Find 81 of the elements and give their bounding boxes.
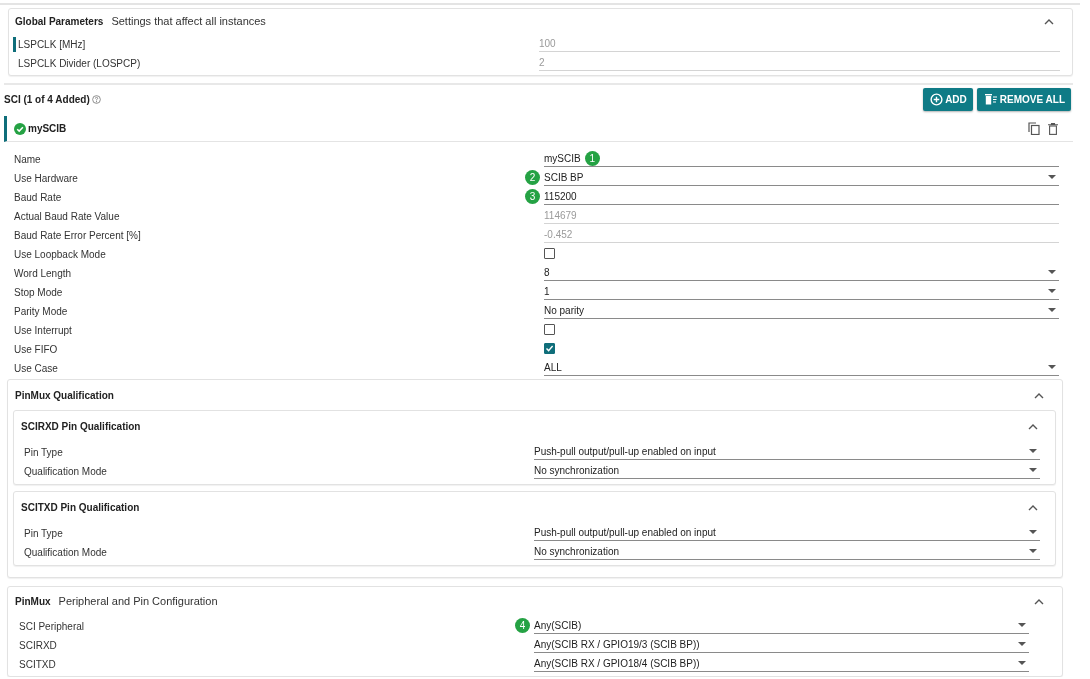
section-title: SCITXD Pin Qualification [21, 501, 140, 513]
field-label: Baud Rate [13, 191, 62, 205]
text-field[interactable]: mySCIB 1 [544, 150, 1059, 167]
field-label: Word Length [13, 267, 72, 281]
field-label: Qualification Mode [23, 546, 107, 560]
section-title: PinMux [15, 596, 51, 607]
dropdown-caret-icon [1029, 530, 1037, 534]
checkbox[interactable] [544, 343, 555, 354]
collapse-chevron-icon[interactable] [1028, 503, 1038, 511]
section-title: SCI (1 of 4 Added) [4, 93, 90, 105]
dropdown[interactable]: SCIB BP [544, 169, 1059, 186]
dropdown[interactable]: Any(SCIB) [534, 617, 1029, 634]
dropdown[interactable]: Push-pull output/pull-up enabled on input [534, 443, 1040, 460]
field-label: Pin Type [23, 446, 63, 460]
field-label: Use Hardware [13, 172, 78, 186]
dropdown[interactable]: 1 [544, 283, 1059, 300]
field-label: Use Loopback Mode [13, 248, 106, 262]
dropdown-caret-icon [1048, 365, 1056, 369]
field-label: LSPCLK [MHz] [13, 37, 86, 52]
collapse-chevron-icon[interactable] [1034, 391, 1044, 399]
checkbox[interactable] [544, 248, 555, 259]
field-label: Stop Mode [13, 286, 63, 300]
readonly-field: 114679 [544, 207, 1059, 224]
readonly-field: 100 [539, 35, 1060, 52]
add-button[interactable]: ADD [923, 87, 973, 111]
instance-name[interactable]: mySCIB [28, 123, 67, 134]
dropdown-caret-icon [1029, 549, 1037, 553]
section-title: SCIRXD Pin Qualification [21, 420, 141, 432]
field-label: Use FIFO [13, 343, 58, 357]
readonly-field: 2 [539, 54, 1060, 71]
dropdown[interactable]: Push-pull output/pull-up enabled on input [534, 524, 1040, 541]
dropdown-caret-icon [1048, 270, 1056, 274]
dropdown-caret-icon [1029, 468, 1037, 472]
dropdown-caret-icon [1018, 623, 1026, 627]
dropdown-caret-icon [1048, 308, 1056, 312]
step-badge: 1 [584, 150, 600, 166]
collapse-chevron-icon[interactable] [1028, 422, 1038, 430]
dropdown-caret-icon [1048, 175, 1056, 179]
collapse-chevron-icon[interactable] [1034, 597, 1044, 605]
collapse-chevron-icon[interactable] [1044, 17, 1054, 25]
help-icon [91, 94, 101, 104]
field-label: Use Case [13, 362, 58, 376]
dropdown[interactable]: No synchronization [534, 543, 1040, 560]
dropdown[interactable]: No synchronization [534, 462, 1040, 479]
text-field[interactable]: 115200 [544, 188, 1059, 205]
dropdown[interactable]: No parity [544, 302, 1059, 319]
plus-circle-icon [930, 92, 944, 106]
field-label: Name [13, 153, 41, 167]
dropdown-caret-icon [1018, 661, 1026, 665]
dropdown[interactable]: 8 [544, 264, 1059, 281]
field-label: Qualification Mode [23, 465, 107, 479]
dropdown-caret-icon [1029, 449, 1037, 453]
field-label: Pin Type [23, 527, 63, 541]
dropdown[interactable]: ALL [544, 359, 1059, 376]
field-label: Baud Rate Error Percent [%] [13, 229, 141, 243]
trash-icon[interactable] [1048, 122, 1058, 135]
checkbox[interactable] [544, 324, 555, 335]
step-badge: 3 [525, 189, 540, 204]
check-icon [545, 344, 554, 353]
dropdown-caret-icon [1018, 642, 1026, 646]
section-subtitle: Peripheral and Pin Configuration [58, 595, 218, 607]
step-badge: 4 [515, 618, 530, 633]
trash-list-icon [983, 93, 998, 105]
copy-icon[interactable] [1028, 122, 1040, 135]
field-label: SCIRXD [18, 639, 57, 653]
field-label: SCI Peripheral [18, 620, 85, 634]
field-label: Parity Mode [13, 305, 68, 319]
field-label: Actual Baud Rate Value [13, 210, 120, 224]
section-subtitle: Settings that affect all instances [111, 15, 266, 27]
dropdown[interactable]: Any(SCIB RX / GPIO19/3 (SCIB BP)) [534, 636, 1029, 653]
dropdown[interactable]: Any(SCIB RX / GPIO18/4 (SCIB BP)) [534, 655, 1029, 672]
field-label: Use Interrupt [13, 324, 72, 338]
readonly-field: -0.452 [544, 226, 1059, 243]
dropdown-caret-icon [1048, 289, 1056, 293]
field-label: SCITXD [18, 658, 56, 672]
field-label: LSPCLK Divider (LOSPCP) [17, 57, 141, 71]
section-title: PinMux Qualification [15, 389, 114, 401]
instance-row[interactable]: mySCIB [4, 116, 1073, 142]
step-badge: 2 [525, 170, 540, 185]
section-title: Global Parameters [15, 16, 104, 27]
remove-all-button[interactable]: REMOVE ALL [976, 87, 1071, 111]
